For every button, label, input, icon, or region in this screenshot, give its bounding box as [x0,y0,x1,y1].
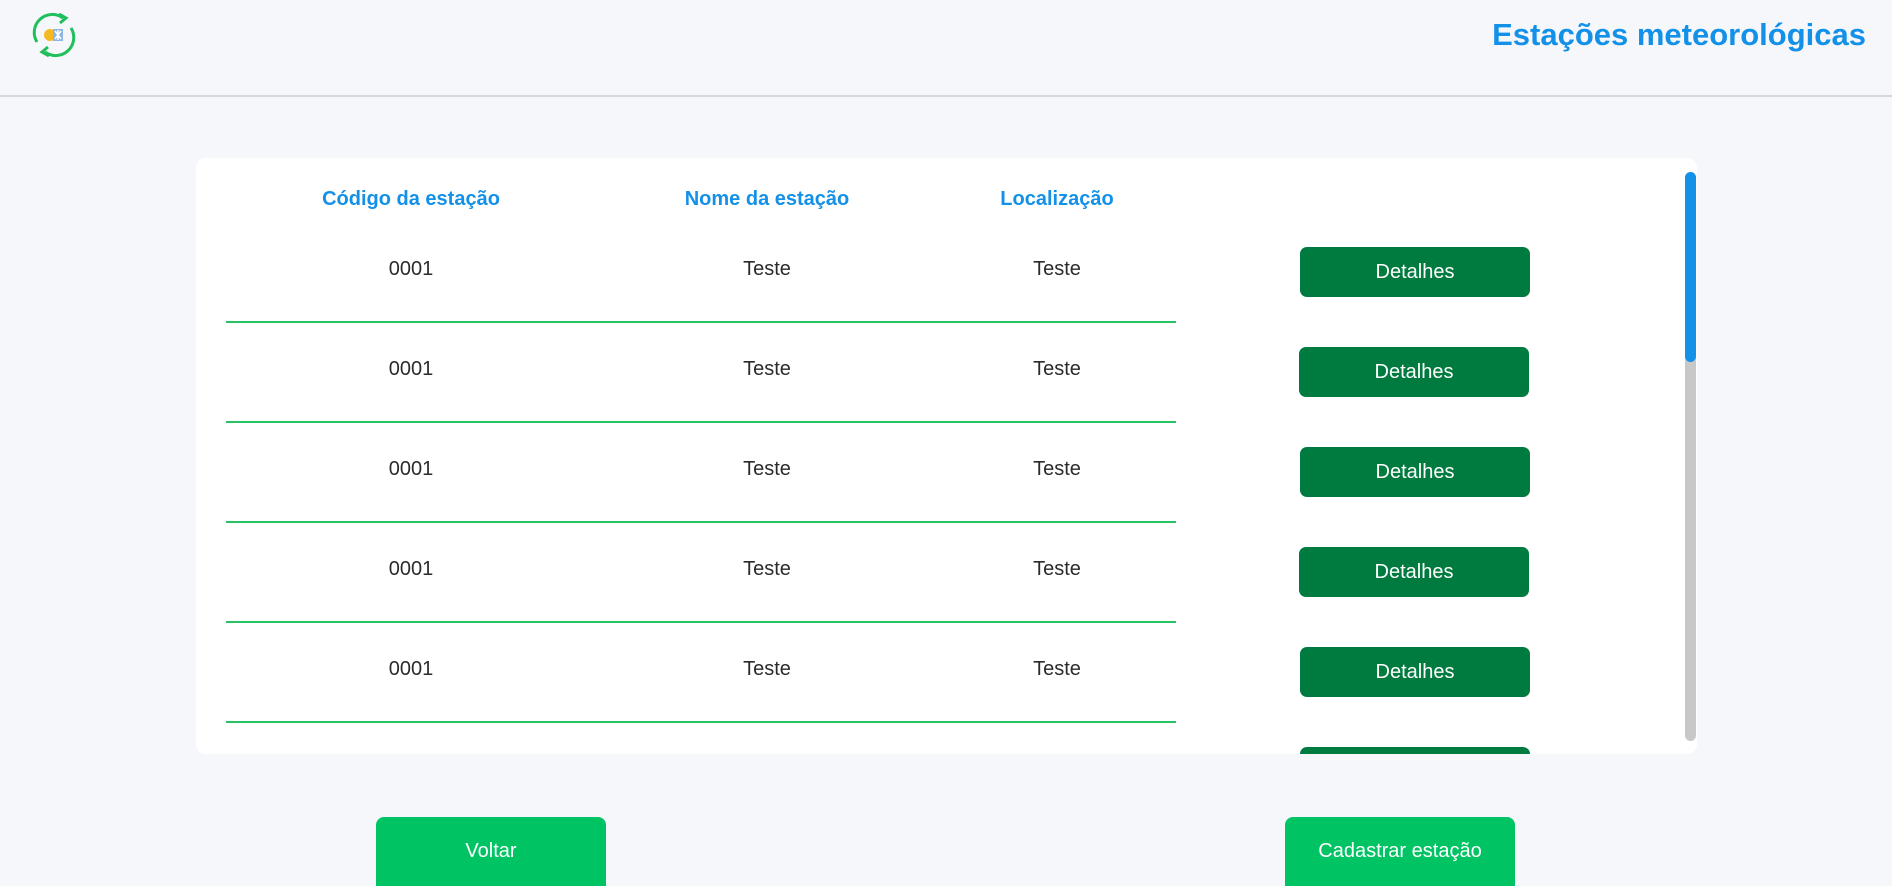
station-name-cell: Teste [743,258,791,280]
station-code-cell: 0001 [388,658,434,680]
station-name-cell: Teste [743,358,791,380]
register-station-button[interactable]: Cadastrar estação [1285,817,1515,886]
station-name-cell: Teste [743,558,791,580]
column-header-code: Código da estação [322,188,500,210]
row-divider [226,721,1176,723]
details-button[interactable]: Detalhes [1299,347,1529,397]
station-location-cell: Teste [1033,658,1081,680]
back-button[interactable]: Voltar [376,817,606,886]
station-name-cell: Teste [743,458,791,480]
station-name-cell: Teste [743,658,791,680]
station-location-cell: Teste [1033,458,1081,480]
row-divider [226,621,1176,623]
scrollbar-thumb[interactable] [1685,172,1696,362]
column-header-name: Nome da estação [684,188,850,210]
details-button[interactable]: Detalhes [1300,447,1530,497]
station-location-cell: Teste [1033,358,1081,380]
row-divider [226,521,1176,523]
column-header-location: Localização [1000,188,1114,210]
row-divider [226,421,1176,423]
details-button[interactable]: Detalhes [1300,247,1530,297]
page-title: Estações meteorológicas [1492,17,1866,52]
weather-cycle-logo-icon[interactable] [29,12,79,58]
station-code-cell: 0001 [388,558,434,580]
details-button[interactable]: Detalhes [1299,547,1529,597]
station-location-cell: Teste [1033,258,1081,280]
stations-table: Código da estação Nome da estação Locali… [196,158,1697,754]
station-location-cell: Teste [1033,558,1081,580]
station-code-cell: 0001 [388,358,434,380]
details-button-partial[interactable] [1300,747,1530,754]
details-button[interactable]: Detalhes [1300,647,1530,697]
station-code-cell: 0001 [388,258,434,280]
row-divider [226,321,1176,323]
table-scrollbar[interactable] [1685,172,1696,741]
top-bar: Estações meteorológicas [0,0,1892,97]
station-code-cell: 0001 [388,458,434,480]
